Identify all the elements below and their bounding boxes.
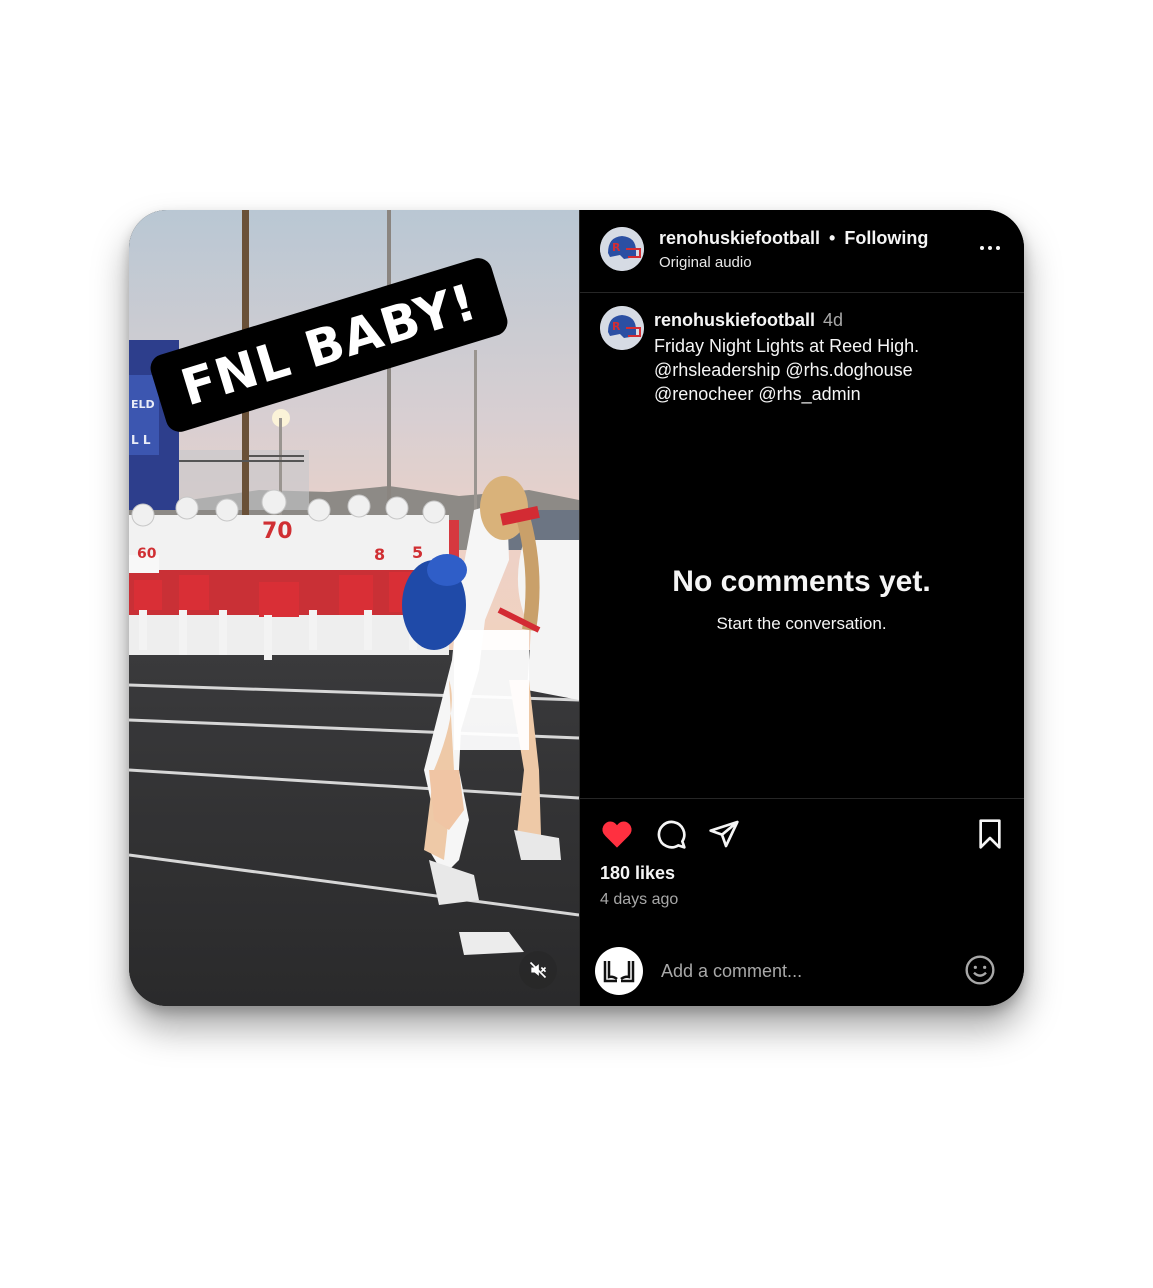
post-time[interactable]: 4 days ago	[600, 891, 678, 909]
helmet-logo-icon: R	[600, 306, 644, 350]
book-logo-icon	[603, 961, 635, 983]
author-avatar[interactable]: R	[600, 227, 644, 271]
caption-username[interactable]: renohuskiefootball	[654, 310, 815, 330]
svg-text:L L: L L	[131, 433, 151, 447]
author-username[interactable]: renohuskiefootball	[659, 228, 820, 248]
post-details-panel: R renohuskiefootball • Following Origina…	[579, 210, 1024, 1006]
bookmark-icon[interactable]	[972, 816, 1008, 852]
add-comment-input[interactable]	[659, 955, 943, 987]
caption-header: renohuskiefootball 4d	[654, 310, 843, 331]
no-comments-title: No comments yet.	[672, 565, 931, 598]
current-user-avatar	[595, 947, 643, 995]
more-options-icon[interactable]	[975, 236, 1005, 260]
mute-button[interactable]	[519, 951, 557, 989]
header-separator: •	[829, 228, 836, 248]
send-icon[interactable]	[706, 816, 742, 852]
likes-count[interactable]: 180 likes	[600, 863, 675, 884]
speaker-muted-icon	[529, 961, 547, 979]
emoji-icon[interactable]	[962, 952, 998, 988]
svg-text:R: R	[612, 320, 621, 333]
comment-icon[interactable]	[653, 816, 689, 852]
audio-link[interactable]: Original audio	[659, 254, 752, 271]
jersey-number-70: 70	[262, 519, 293, 544]
header-title: renohuskiefootball • Following	[659, 228, 928, 249]
no-comments-subtitle: Start the conversation.	[716, 614, 887, 633]
following-button[interactable]: Following	[844, 228, 928, 248]
jersey-number-8: 8	[374, 545, 385, 564]
svg-text:R: R	[612, 241, 621, 254]
panel-divider	[579, 210, 580, 1006]
jersey-number-5: 5	[412, 543, 423, 562]
jersey-number-60: 60	[137, 546, 157, 562]
actions-divider	[579, 798, 1024, 799]
post-media-video[interactable]: ELD L L 60 70 8 5 FNL BABY!	[129, 210, 579, 1006]
caption-avatar[interactable]: R	[600, 306, 644, 350]
heart-filled-icon[interactable]	[599, 816, 635, 852]
post-dialog: ELD L L 60 70 8 5 FNL BABY! R renohuskie…	[129, 210, 1024, 1006]
caption-text: Friday Night Lights at Reed High. @rhsle…	[654, 336, 920, 404]
helmet-logo-icon: R	[600, 227, 644, 271]
post-header: R renohuskiefootball • Following Origina…	[579, 210, 1024, 293]
caption-age: 4d	[823, 310, 844, 330]
svg-text:ELD: ELD	[131, 398, 155, 411]
